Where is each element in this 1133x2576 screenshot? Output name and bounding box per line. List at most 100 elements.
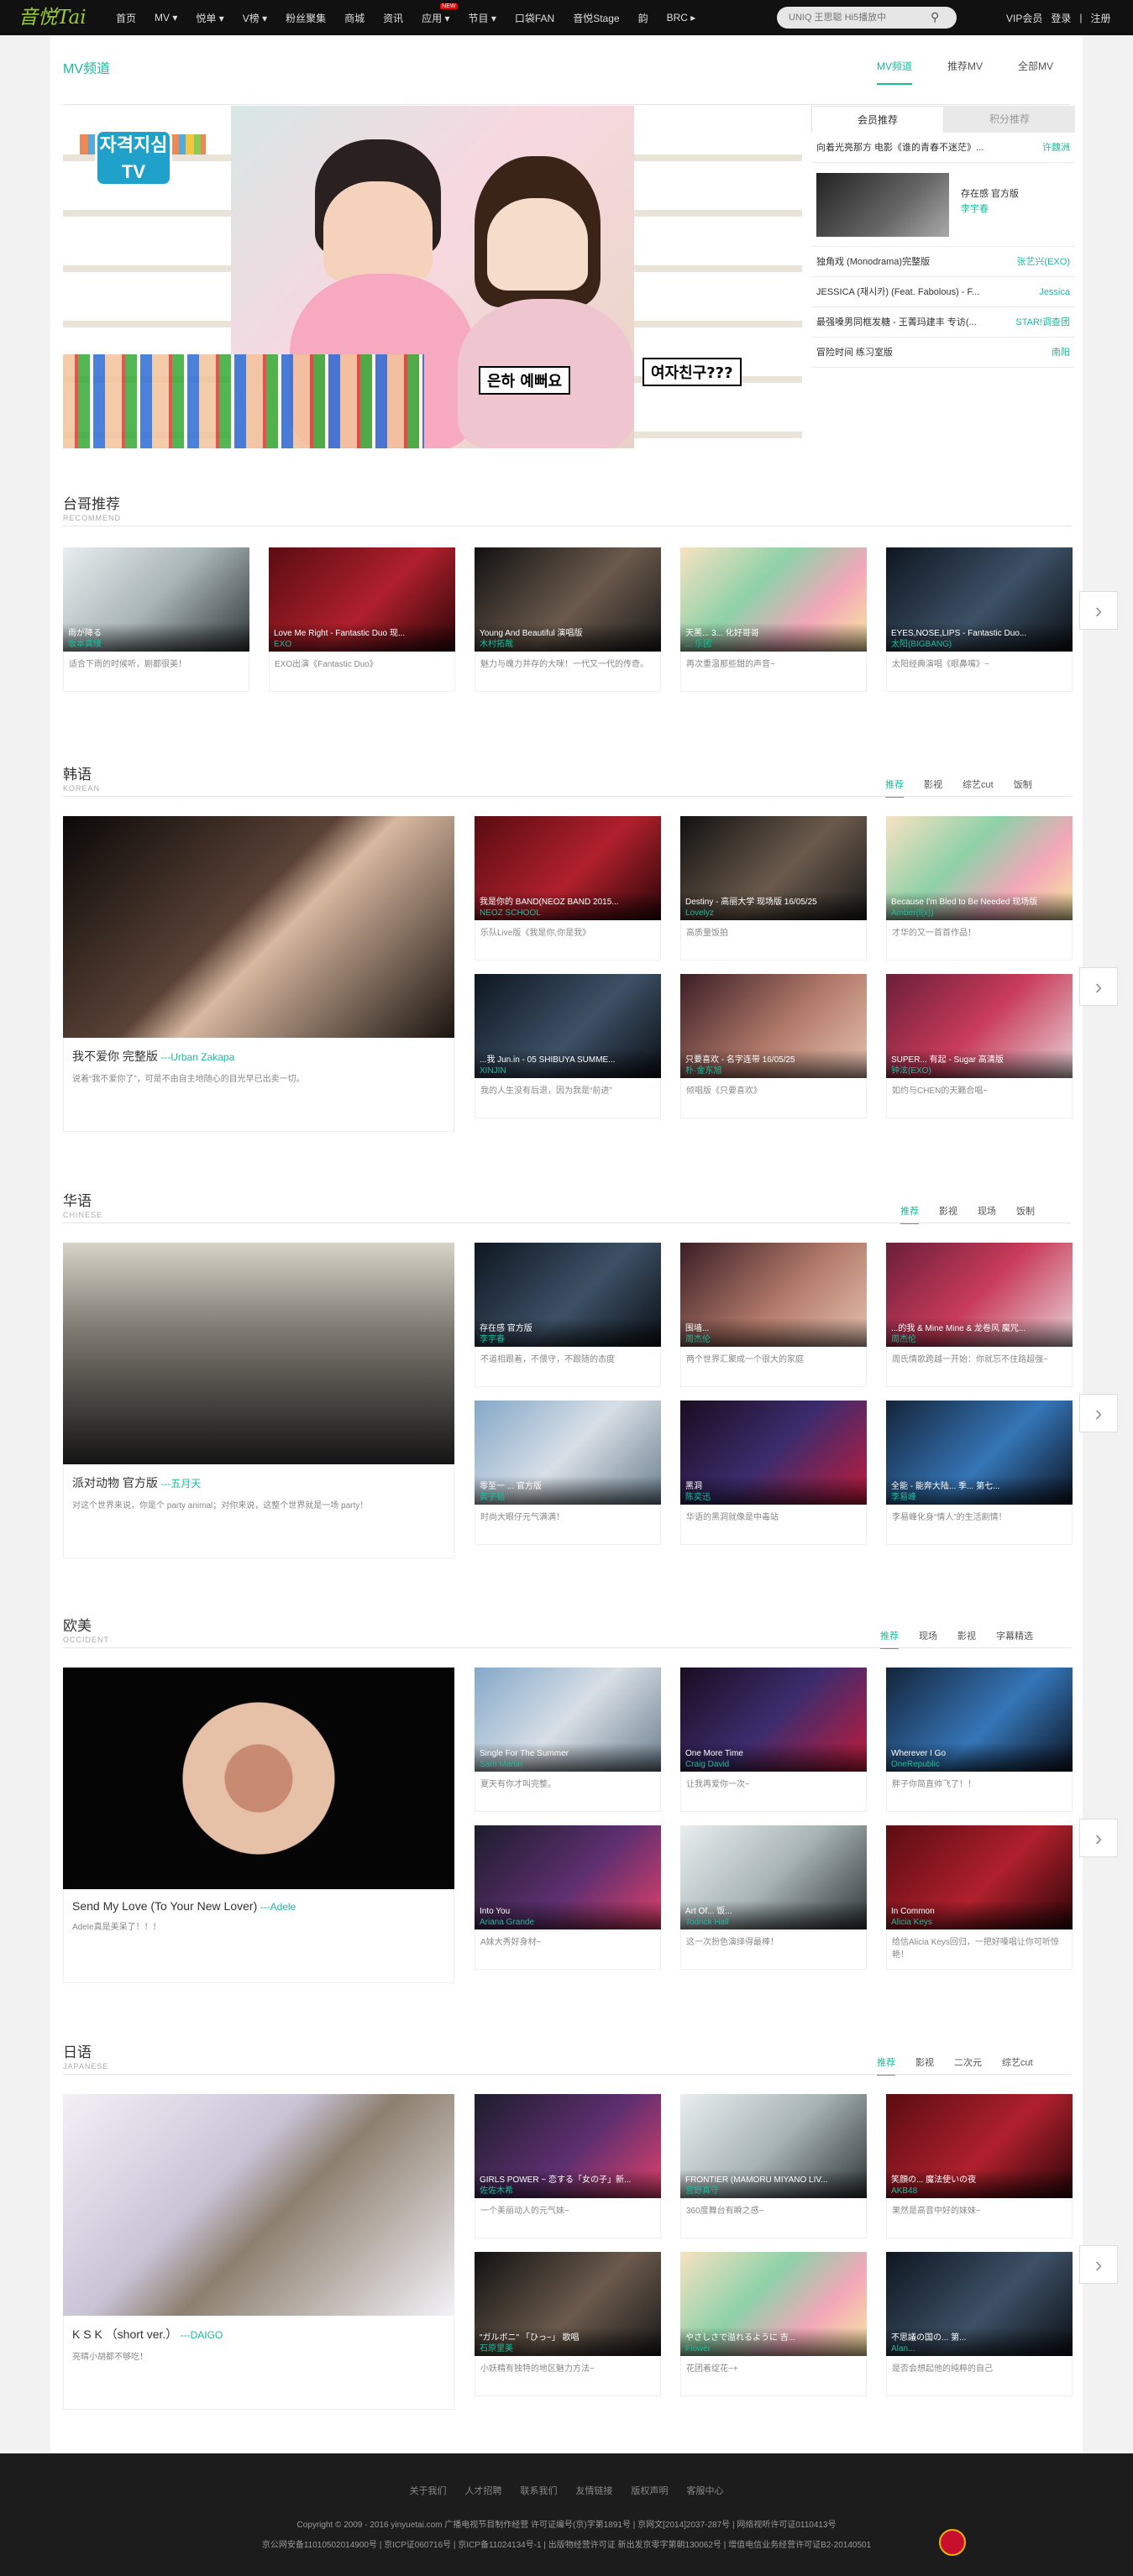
footer-link-about[interactable]: 关于我们 xyxy=(410,2484,447,2497)
nav-item-shop[interactable]: 商城 xyxy=(344,11,365,25)
mv-title[interactable]: 我是你的 BAND(NEOZ BAND 2015... xyxy=(480,894,656,907)
mv-artist[interactable]: 周杰伦 xyxy=(891,1332,916,1344)
mv-thumbnail[interactable]: 黑洞 陈奕迅 xyxy=(680,1401,867,1505)
mv-card[interactable]: 笑顔の... 魔法使いの夜 AKB48 果然是高音中好的妹妹~ xyxy=(886,2094,1073,2238)
mv-card[interactable]: やさしさで溢れるように 吉... Flower 花团着绽花~+ xyxy=(680,2252,867,2396)
mv-title[interactable]: One More Time xyxy=(685,1749,862,1758)
list-item-title[interactable]: JESSICA (재시카) (Feat. Fabolous) - F... xyxy=(816,277,993,306)
nav-item-shows[interactable]: 节目 ▾ xyxy=(469,11,496,25)
vip-link[interactable]: VIP会员 xyxy=(1006,11,1042,25)
tab-fanmade[interactable]: 饭制 xyxy=(1014,778,1032,798)
mv-thumbnail[interactable]: やさしさで溢れるように 吉... Flower xyxy=(680,2252,867,2356)
mv-card[interactable]: 只要喜欢 - 名字连带 16/05/25 朴·金东旭 倾唱版《只要喜欢》 xyxy=(680,974,867,1118)
prev-slide-arrow-icon[interactable]: ‹ xyxy=(66,261,85,293)
next-page-chevron-icon[interactable]: › xyxy=(1079,1819,1118,1857)
mv-card[interactable]: "ガルボニ" 「ひっ~」 歌唱 石原里美 小妖精有独特的地区魅力方法~ xyxy=(475,2252,661,2396)
mv-title[interactable]: 全能 - 能奔大陆... 季... 第七... xyxy=(891,1479,1067,1491)
mv-title[interactable]: やさしさで溢れるように 吉... xyxy=(685,2330,862,2343)
mv-thumbnail[interactable]: "ガルボニ" 「ひっ~」 歌唱 石原里美 xyxy=(475,2252,661,2356)
next-page-chevron-icon[interactable]: › xyxy=(1079,967,1118,1006)
list-item[interactable]: 向着光亮那方 电影《谁的青春不迷茫》... 许魏洲 xyxy=(811,133,1075,163)
featured-mv[interactable]: K S K （short ver.） ---DAIGO 亮晴小胡都不够吃！ xyxy=(63,2094,454,2410)
mv-artist[interactable]: 朴·金东旭 xyxy=(685,1063,721,1076)
list-item-title[interactable]: 最强嗓男同框发糖 - 王菁玛建丰 专访(... xyxy=(816,307,993,337)
list-item-title[interactable]: 独角戏 (Monodrama)完整版 xyxy=(816,247,993,276)
tab-variety[interactable]: 综艺cut xyxy=(963,778,994,798)
mv-artist[interactable]: 李易峰 xyxy=(891,1490,916,1502)
tab-recommend[interactable]: 推荐 xyxy=(880,1629,899,1649)
mv-card[interactable]: Into You Ariana Grande A妹大秀好身材~ xyxy=(475,1825,661,1970)
footer-link-jobs[interactable]: 人才招聘 xyxy=(465,2484,502,2497)
next-page-chevron-icon[interactable]: › xyxy=(1079,1394,1118,1432)
featured-mv[interactable]: 我不爱你 完整版 ---Urban Zakapa 说着“我不爱你了”，可是不由自主… xyxy=(63,816,454,1132)
featured-artist[interactable]: ---五月天 xyxy=(160,1478,201,1490)
nav-item-brc[interactable]: BRC ▸ xyxy=(667,12,696,24)
mv-title[interactable]: Into You xyxy=(480,1907,656,1916)
mv-artist[interactable]: 黄子韬 xyxy=(480,1490,505,1502)
mv-card[interactable]: 天黑... 3... 化好哥哥... 乐团 再次重温那些甜的声音~ xyxy=(680,547,867,692)
featured-item[interactable]: 存在感 官方版 李宇春 xyxy=(811,163,1075,247)
featured-artist[interactable]: 李宇春 xyxy=(961,202,989,215)
mv-thumbnail[interactable]: EYES,NOSE,LIPS - Fantastic Duo... 太阳(BIGB… xyxy=(886,547,1073,652)
mv-title[interactable]: ...的我 & Mine Mine & 龙卷风 魔咒... xyxy=(891,1321,1067,1333)
mv-card[interactable]: 我是你的 BAND(NEOZ BAND 2015... NEOZ SCHOOL 乐队… xyxy=(475,816,661,961)
mv-title[interactable]: 存在感 官方版 xyxy=(480,1321,656,1333)
mv-card[interactable]: Wherever I Go OneRepublic 胖子你简直帅飞了！！ xyxy=(886,1668,1073,1812)
mv-artist[interactable]: 坂本真绫 xyxy=(68,636,102,649)
mv-title[interactable]: ...我 Jun.in - 05 SHIBUYA SUMME... xyxy=(480,1052,656,1065)
mv-title[interactable]: Destiny - 高丽大学 现场版 16/05/25 xyxy=(685,894,862,907)
mv-title[interactable]: 笑顔の... 魔法使いの夜 xyxy=(891,2172,1067,2185)
mv-thumbnail[interactable]: 围墙... 周杰伦 xyxy=(680,1243,867,1347)
mv-card[interactable]: Young And Beautiful 演唱版 木村拓哉 魅力与魄力并存的大咪！一代… xyxy=(475,547,661,692)
tab-points-recommend[interactable]: 积分推荐 xyxy=(944,106,1075,133)
mv-artist[interactable]: AKB48 xyxy=(891,2186,917,2196)
tab-subtitles[interactable]: 字幕精选 xyxy=(996,1629,1033,1649)
tab-film[interactable]: 影视 xyxy=(924,778,942,798)
mv-thumbnail[interactable]: SUPER... 有起 - Sugar 高清版 钟泫(EXO) xyxy=(886,974,1073,1078)
tab-recommend[interactable]: 推荐 xyxy=(877,2055,895,2076)
mv-thumbnail[interactable]: 存在感 官方版 李宇春 xyxy=(475,1243,661,1347)
mv-card[interactable]: 围墙... 周杰伦 两个世界汇聚成一个很大的家庭 xyxy=(680,1243,867,1387)
site-logo[interactable]: 音悦Tai xyxy=(18,5,96,30)
featured-title[interactable]: K S K （short ver.） xyxy=(72,2327,177,2341)
mv-card[interactable]: In Common Alicia Keys 给信Alicia Keys回归，一把好嗓… xyxy=(886,1825,1073,1970)
mv-card[interactable]: 零至一 ... 官方版 黄子韬 时尚大眼仔元气满满！ xyxy=(475,1401,661,1545)
footer-link-copyright[interactable]: 版权声明 xyxy=(632,2484,669,2497)
police-badge-icon[interactable] xyxy=(939,2529,966,2556)
mv-title[interactable]: Wherever I Go xyxy=(891,1749,1067,1758)
mv-thumbnail[interactable]: 雨が降る 坂本真绫 xyxy=(63,547,249,652)
mv-thumbnail[interactable]: Art Of... 饭... Todrick Hall xyxy=(680,1825,867,1929)
mv-thumbnail[interactable]: Wherever I Go OneRepublic xyxy=(886,1668,1073,1772)
nav-item-apps[interactable]: 应用 ▾ NEW xyxy=(422,3,458,25)
mv-thumbnail[interactable]: Into You Ariana Grande xyxy=(475,1825,661,1929)
mv-thumbnail[interactable]: 只要喜欢 - 名字连带 16/05/25 朴·金东旭 xyxy=(680,974,867,1078)
tab-live[interactable]: 现场 xyxy=(919,1629,937,1649)
nav-item-playlist[interactable]: 悦单 ▾ xyxy=(196,11,223,25)
search-input[interactable] xyxy=(777,7,957,29)
list-item-title[interactable]: 向着光亮那方 电影《谁的青春不迷茫》... xyxy=(816,133,993,162)
mv-artist[interactable]: Sam Martin xyxy=(480,1760,522,1769)
mv-card[interactable]: Love Me Right - Fantastic Duo 现... EXO EXO… xyxy=(269,547,455,692)
mv-thumbnail[interactable]: 天黑... 3... 化好哥哥... 乐团 xyxy=(680,547,867,652)
search-icon[interactable]: ⚲ xyxy=(931,10,944,24)
mv-thumbnail[interactable]: Destiny - 高丽大学 现场版 16/05/25 Lovelyz xyxy=(680,816,867,920)
mv-artist[interactable]: 钟泫(EXO) xyxy=(891,1063,931,1076)
mv-card[interactable]: 全能 - 能奔大陆... 季... 第七... 李易峰 李易峰化身“情人”的生活剧情… xyxy=(886,1401,1073,1545)
mv-artist[interactable]: 陈奕迅 xyxy=(685,1490,711,1502)
mv-thumbnail[interactable]: ...我 Jun.in - 05 SHIBUYA SUMME... XINJIN xyxy=(475,974,661,1078)
mv-title[interactable]: 不思議の国の... 第... xyxy=(891,2330,1067,2343)
footer-link-service[interactable]: 客服中心 xyxy=(687,2484,724,2497)
list-item-artist[interactable]: 南阳 xyxy=(1052,338,1070,367)
next-page-chevron-icon[interactable]: › xyxy=(1079,2245,1118,2284)
list-item-artist[interactable]: STAR!调查团 xyxy=(1015,307,1070,337)
mv-thumbnail[interactable]: Single For The Summer Sam Martin xyxy=(475,1668,661,1772)
mv-card[interactable]: Single For The Summer Sam Martin 夏天有你才叫完整。 xyxy=(475,1668,661,1812)
next-slide-arrow-icon[interactable]: › xyxy=(780,261,799,293)
mv-title[interactable]: Art Of... 饭... xyxy=(685,1903,862,1916)
hero-slider[interactable]: 자격지심 TV 은하 예뻐요 여자친구??? ‹ › xyxy=(63,106,802,448)
list-item-artist[interactable]: 许魏洲 xyxy=(1042,133,1070,162)
mv-artist[interactable]: EXO xyxy=(274,640,291,649)
mv-artist[interactable]: Lovelyz xyxy=(685,908,714,918)
mv-title[interactable]: Because I'm Bled to Be Needed 现场版 xyxy=(891,894,1067,907)
mv-artist[interactable]: NEOZ SCHOOL xyxy=(480,908,541,918)
